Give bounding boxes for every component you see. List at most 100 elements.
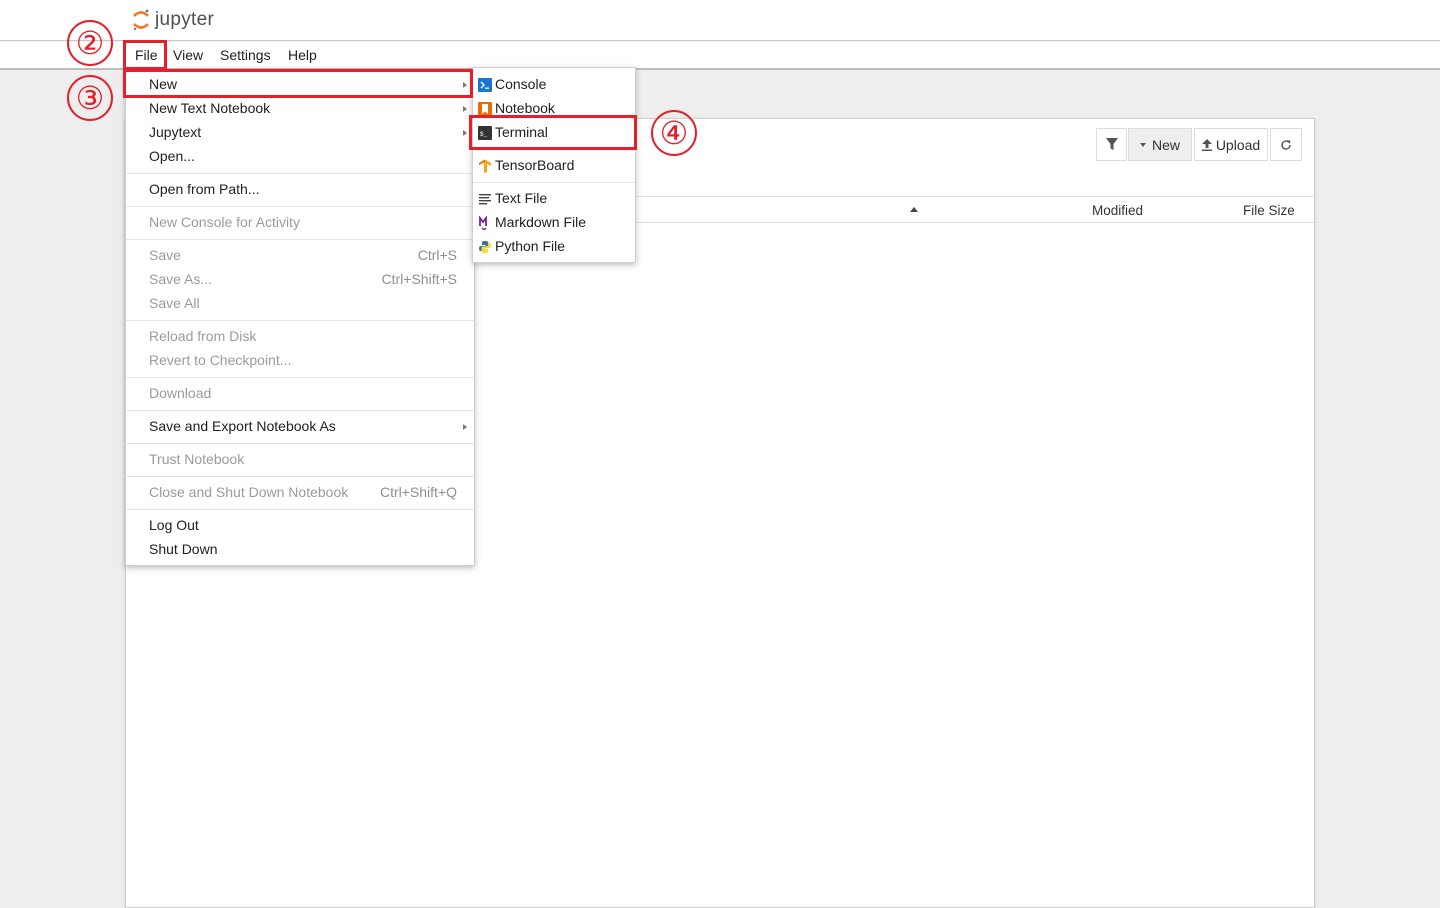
menu-item-label: Save As...: [149, 271, 213, 287]
menu-separator: [126, 443, 474, 444]
text-file-icon: [479, 194, 491, 205]
submenu-item-label: Markdown File: [495, 214, 587, 230]
submenu-item-terminal[interactable]: $_ Terminal: [473, 121, 635, 145]
submenu-item-notebook[interactable]: Notebook: [473, 97, 635, 121]
sort-ascending-icon[interactable]: [910, 207, 918, 212]
menu-separator: [126, 509, 474, 510]
notebook-icon: [478, 102, 492, 116]
upload-button-label: Upload: [1215, 136, 1261, 153]
menu-item-label: Save and Export Notebook As: [149, 418, 336, 434]
upload-icon: [1201, 138, 1212, 151]
submenu-item-markdown-file[interactable]: Markdown File: [473, 211, 635, 235]
step-2-callout: ②: [67, 20, 113, 66]
menu-item-shortcut: Ctrl+Shift+Q: [379, 484, 457, 500]
menu-item-new[interactable]: New: [126, 73, 474, 97]
submenu-item-python-file[interactable]: Python File: [473, 235, 635, 259]
svg-text:$_: $_: [480, 131, 488, 138]
file-size-column-header[interactable]: File Size: [1243, 203, 1295, 218]
menu-item-label: Jupytext: [149, 124, 202, 140]
console-icon: [478, 78, 492, 92]
menu-settings[interactable]: Settings: [218, 47, 273, 67]
submenu-arrow-icon: [463, 106, 467, 112]
submenu-item-label: Console: [495, 76, 547, 92]
menu-item-open-from-path[interactable]: Open from Path...: [126, 178, 474, 202]
submenu-item-tensorboard[interactable]: TensorBoard: [473, 154, 635, 178]
menu-separator: [126, 476, 474, 477]
submenu-item-console[interactable]: Console: [473, 73, 635, 97]
jupyter-logo[interactable]: jupyter: [131, 8, 214, 32]
menu-item-close-and-shut-down-notebook: Close and Shut Down Notebook Ctrl+Shift+Q: [126, 481, 474, 505]
menu-separator: [473, 182, 635, 183]
step-4-callout: ④: [651, 110, 697, 156]
menu-item-label: Open from Path...: [149, 181, 260, 197]
menu-item-save-as: Save As... Ctrl+Shift+S: [126, 268, 474, 292]
menu-item-reload-from-disk: Reload from Disk: [126, 325, 474, 349]
refresh-button[interactable]: [1270, 128, 1302, 161]
submenu-arrow-icon: [463, 424, 467, 430]
menu-item-trust-notebook: Trust Notebook: [126, 448, 474, 472]
menu-item-open[interactable]: Open...: [126, 145, 474, 169]
menu-item-log-out[interactable]: Log Out: [126, 514, 474, 538]
menu-item-download: Download: [126, 382, 474, 406]
menu-separator: [126, 206, 474, 207]
menu-item-new-text-notebook[interactable]: New Text Notebook: [126, 97, 474, 121]
filter-icon: [1105, 138, 1118, 150]
submenu-arrow-icon: [463, 82, 467, 88]
terminal-icon: $_: [478, 126, 492, 140]
upload-button[interactable]: Upload: [1194, 128, 1268, 161]
submenu-item-label: TensorBoard: [495, 157, 575, 173]
submenu-item-label: Python File: [495, 238, 566, 254]
menu-item-label: Shut Down: [149, 541, 218, 557]
python-file-icon: [479, 241, 491, 253]
menu-item-label: Close and Shut Down Notebook: [149, 484, 349, 500]
step-3-callout: ③: [67, 75, 113, 121]
modified-column-header[interactable]: Modified: [1092, 203, 1143, 218]
menu-separator: [126, 320, 474, 321]
menu-item-save-all: Save All: [126, 292, 474, 316]
jupyter-logo-icon: [133, 9, 149, 31]
submenu-item-label: Text File: [495, 190, 548, 206]
menu-item-label: Save All: [149, 295, 200, 311]
new-launcher-button[interactable]: New: [1128, 128, 1192, 161]
menu-separator: [126, 173, 474, 174]
menu-separator: [126, 239, 474, 240]
markdown-file-icon: [479, 216, 487, 230]
file-menu: New New Text Notebook Jupytext Open... O…: [125, 70, 475, 566]
new-button-label: New: [1151, 136, 1180, 153]
menu-separator: [126, 410, 474, 411]
menu-item-save-and-export-notebook-as[interactable]: Save and Export Notebook As: [126, 415, 474, 439]
menu-item-new-console-for-activity: New Console for Activity: [126, 211, 474, 235]
caret-down-icon: [1139, 142, 1146, 147]
menu-item-label: New Text Notebook: [149, 100, 271, 116]
new-submenu: Console Notebook $_ Terminal TensorBoard…: [472, 67, 636, 263]
menu-help[interactable]: Help: [286, 47, 319, 67]
submenu-item-text-file[interactable]: Text File: [473, 187, 635, 211]
menu-item-label: Open...: [149, 148, 195, 164]
menu-item-label: Revert to Checkpoint...: [149, 352, 292, 368]
menu-bar: File View Settings Help: [0, 42, 1440, 70]
menu-item-save: Save Ctrl+S: [126, 244, 474, 268]
menu-item-label: Save: [149, 247, 181, 263]
menu-item-label: New Console for Activity: [149, 214, 300, 230]
menu-file[interactable]: File: [133, 47, 160, 67]
menu-item-shut-down[interactable]: Shut Down: [126, 538, 474, 562]
menu-item-label: Download: [149, 385, 212, 401]
menu-item-label: Log Out: [149, 517, 199, 533]
submenu-arrow-icon: [463, 130, 467, 136]
logo-text: jupyter: [155, 9, 215, 30]
menu-item-label: New: [149, 76, 178, 92]
menu-item-shortcut: Ctrl+Shift+S: [381, 271, 457, 287]
tensorboard-icon: [479, 159, 491, 173]
filter-button[interactable]: [1096, 128, 1127, 161]
top-bar: jupyter: [0, 0, 1440, 41]
menu-item-label: Trust Notebook: [149, 451, 245, 467]
menu-item-label: Reload from Disk: [149, 328, 257, 344]
refresh-icon: [1281, 139, 1291, 150]
menu-view[interactable]: View: [171, 47, 205, 67]
submenu-item-label: Terminal: [495, 124, 548, 140]
menu-separator: [473, 149, 635, 150]
menu-item-shortcut: Ctrl+S: [417, 247, 457, 263]
submenu-item-label: Notebook: [495, 100, 555, 116]
menu-item-jupytext[interactable]: Jupytext: [126, 121, 474, 145]
menu-item-revert-to-checkpoint: Revert to Checkpoint...: [126, 349, 474, 373]
